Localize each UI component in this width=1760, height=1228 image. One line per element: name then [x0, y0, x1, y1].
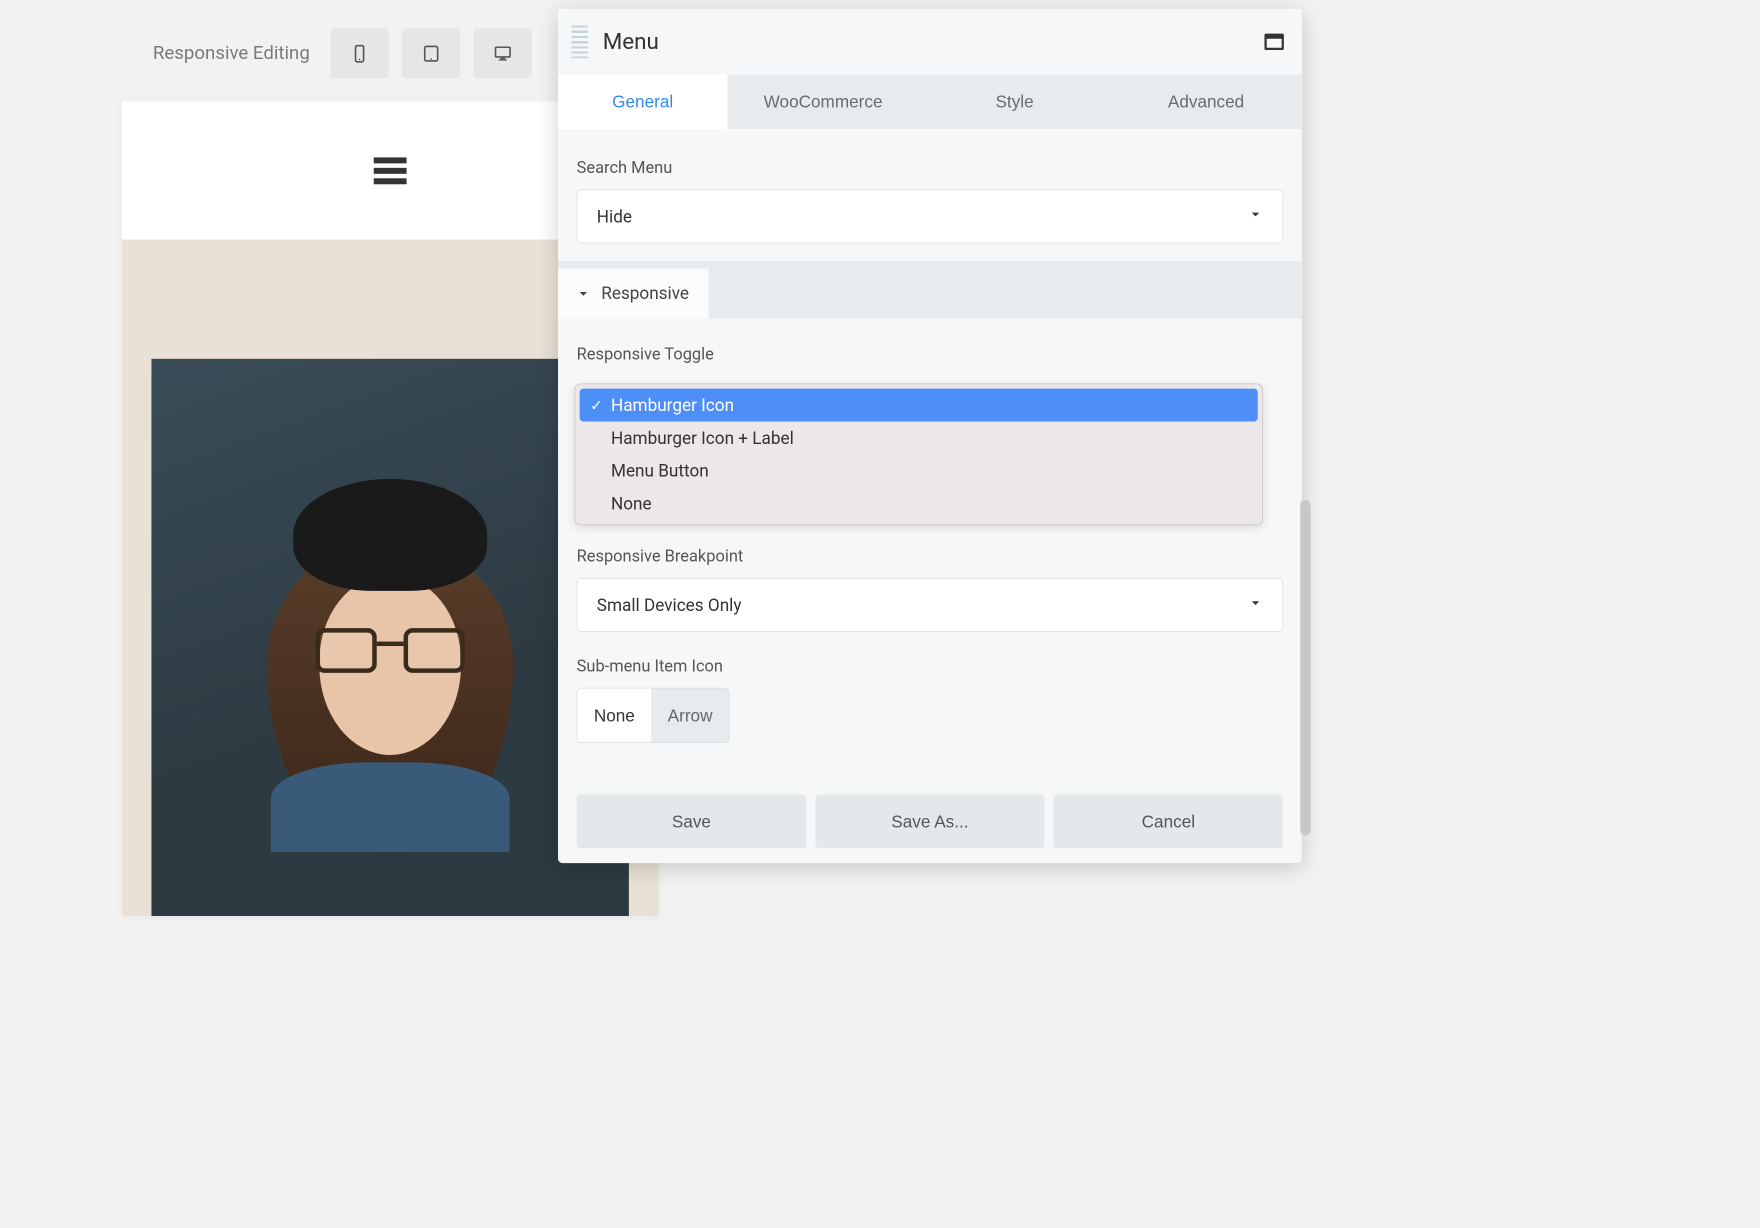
panel-tabs: General WooCommerce Style Advanced — [558, 75, 1302, 129]
desktop-icon — [493, 44, 512, 63]
device-desktop-button[interactable] — [474, 28, 532, 78]
phone-icon — [350, 44, 369, 63]
tab-general[interactable]: General — [558, 75, 727, 129]
chevron-down-icon — [1248, 595, 1263, 615]
tab-advanced[interactable]: Advanced — [1110, 75, 1301, 129]
submenu-icon-label: Sub-menu Item Icon — [577, 657, 1283, 676]
chevron-down-icon — [1248, 206, 1263, 226]
panel-footer: Save Save As... Cancel — [577, 794, 1283, 848]
tab-style[interactable]: Style — [919, 75, 1110, 129]
responsive-breakpoint-value: Small Devices Only — [597, 595, 742, 615]
responsive-breakpoint-label: Responsive Breakpoint — [577, 548, 1283, 567]
dropdown-option-hamburger-icon[interactable]: Hamburger Icon — [580, 389, 1258, 422]
search-menu-select[interactable]: Hide — [577, 189, 1283, 243]
panel-title: Menu — [603, 29, 1265, 55]
chevron-down-icon — [576, 286, 591, 301]
responsive-section-toggle[interactable]: Responsive — [558, 269, 708, 319]
dropdown-option-none[interactable]: None — [580, 487, 1258, 520]
device-tablet-button[interactable] — [402, 28, 460, 78]
cancel-button[interactable]: Cancel — [1054, 794, 1284, 848]
responsive-section-row: Responsive — [558, 269, 1302, 319]
save-button[interactable]: Save — [577, 794, 807, 848]
responsive-toggle-dropdown[interactable]: Hamburger Icon Hamburger Icon + Label Me… — [574, 383, 1263, 525]
dropdown-option-menu-button[interactable]: Menu Button — [580, 454, 1258, 487]
responsive-editing-label: Responsive Editing — [153, 43, 310, 65]
window-icon[interactable] — [1264, 34, 1283, 50]
responsive-toggle-label: Responsive Toggle — [577, 345, 1283, 364]
device-phone-button[interactable] — [331, 28, 389, 78]
save-as-button[interactable]: Save As... — [815, 794, 1045, 848]
submenu-icon-toggle: None Arrow — [577, 688, 730, 743]
responsive-breakpoint-select[interactable]: Small Devices Only — [577, 578, 1283, 632]
search-menu-label: Search Menu — [577, 159, 1283, 178]
scrollbar-thumb[interactable] — [1300, 500, 1310, 836]
submenu-icon-none[interactable]: None — [577, 689, 651, 743]
tab-woocommerce[interactable]: WooCommerce — [727, 75, 918, 129]
search-menu-value: Hide — [597, 206, 632, 226]
drag-handle-icon[interactable] — [571, 25, 587, 58]
responsive-section-label: Responsive — [601, 283, 689, 303]
tablet-icon — [422, 44, 441, 63]
page-scrollbar[interactable] — [1300, 0, 1313, 916]
dropdown-option-hamburger-icon-label[interactable]: Hamburger Icon + Label — [580, 421, 1258, 454]
hamburger-icon[interactable] — [374, 157, 407, 184]
responsive-toolbar: Responsive Editing — [153, 28, 532, 78]
submenu-icon-arrow[interactable]: Arrow — [651, 689, 729, 743]
panel-header[interactable]: Menu — [558, 9, 1302, 75]
